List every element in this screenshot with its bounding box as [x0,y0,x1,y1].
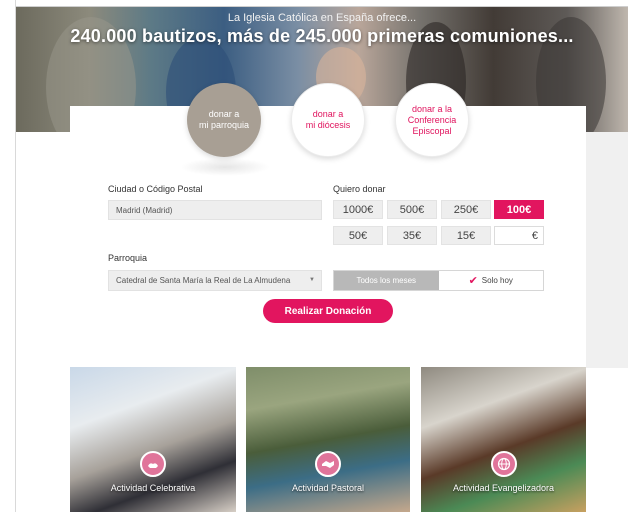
tab-conferencia-line2: Conferencia [407,114,457,125]
tab-conferencia-line3: Episcopal [412,125,452,136]
currency-symbol: € [531,229,538,242]
tab-diocesis-line2: mi diócesis [305,120,351,130]
parish-select-value: Catedral de Santa María la Real de La Al… [116,276,291,285]
frequency-monthly-label: Todos los meses [356,276,417,285]
checkmark-icon: ✔ [468,275,478,287]
tab-parroquia-line2: mi parroquia [198,120,250,130]
amount-100[interactable]: 100€ [494,200,544,219]
left-margin [0,0,16,512]
amount-250[interactable]: 250€ [441,200,491,219]
city-input-value: Madrid (Madrid) [116,205,173,215]
hands-icon [140,451,166,477]
hero-title: 240.000 bautizos, más de 245.000 primera… [70,26,574,46]
amount-500[interactable]: 500€ [387,200,437,219]
frequency-toggle: Todos los meses ✔ Solo hoy [333,270,544,291]
frequency-once[interactable]: ✔ Solo hoy [438,271,543,290]
chevron-down-icon: ▼ [309,277,315,283]
tab-conferencia-line1: donar a la [411,103,453,114]
activity-tile-celebrativa[interactable]: Actividad Celebrativa [70,367,236,512]
frequency-monthly[interactable]: Todos los meses [334,271,439,290]
tab-diocesis-line1: donar a [312,109,344,119]
tab-conferencia-episcopal[interactable]: donar a la Conferencia Episcopal [395,83,469,157]
hero-subtitle: La Iglesia Católica en España ofrece... [227,12,417,24]
amount-label: Quiero donar [333,184,386,194]
tab-parroquia-line1: donar a [208,109,240,119]
activity-label: Actividad Celebrativa [110,483,196,493]
side-panel [586,132,628,368]
globe-icon [490,451,517,477]
amount-15[interactable]: 15€ [441,226,491,245]
amount-1000[interactable]: 1000€ [333,200,383,219]
handshake-icon [315,451,341,477]
activity-label: Actividad Evangelizadora [452,483,555,493]
tab-parroquia[interactable]: donar a mi parroquia [187,83,261,157]
tab-diocesis[interactable]: donar a mi diócesis [291,83,365,157]
activity-tile-evangelizadora[interactable]: Actividad Evangelizadora [421,367,586,512]
right-margin [628,0,634,512]
activity-label: Actividad Pastoral [291,483,365,493]
amount-50[interactable]: 50€ [333,226,383,245]
frequency-once-label: Solo hoy [481,276,513,285]
submit-donation-button[interactable]: Realizar Donación [263,299,393,323]
parish-select[interactable]: Catedral de Santa María la Real de La Al… [108,270,322,291]
parish-label: Parroquia [108,253,148,263]
amount-35[interactable]: 35€ [387,226,437,245]
custom-amount-input[interactable]: € [494,226,544,245]
city-label: Ciudad o Código Postal [108,184,203,194]
tab-shadow [180,158,270,176]
city-input[interactable]: Madrid (Madrid) [108,200,322,220]
activity-tile-pastoral[interactable]: Actividad Pastoral [246,367,410,512]
